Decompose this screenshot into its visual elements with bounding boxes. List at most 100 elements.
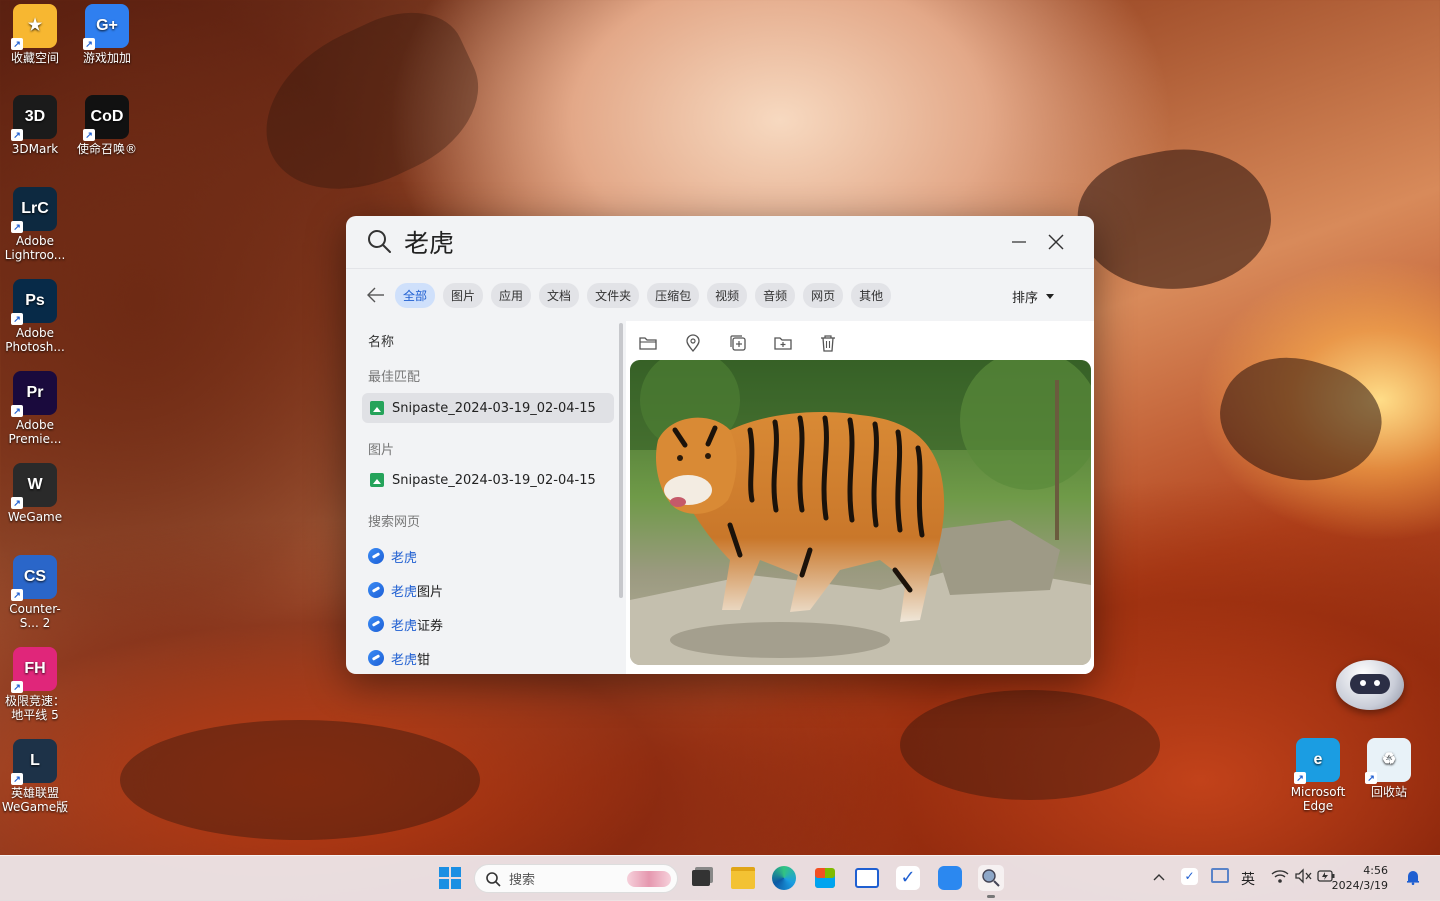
tray-app-mail[interactable] [1211, 868, 1229, 883]
open-location-button[interactable] [683, 333, 702, 352]
desktop-icon[interactable]: W ↗ WeGame [0, 463, 70, 524]
shortcut-arrow-icon: ↗ [11, 497, 23, 509]
desktop-icon[interactable]: e ↗ Microsoft Edge [1283, 738, 1353, 813]
filter-chip[interactable]: 其他 [851, 283, 892, 308]
filter-chip[interactable]: 音频 [755, 283, 796, 308]
desktop-icon[interactable]: CoD ↗ 使命召唤® [72, 95, 142, 156]
app-icon-glyph: FH [24, 660, 46, 677]
app-icon-glyph: e [1313, 751, 1323, 768]
desktop-icon-label: 游戏加加 [82, 51, 131, 65]
filter-chip[interactable]: 全部 [395, 283, 436, 308]
filter-chip[interactable]: 图片 [443, 283, 484, 308]
shortcut-arrow-icon: ↗ [1294, 772, 1306, 784]
desktop-icon[interactable]: LrC ↗ Adobe Lightroo... [0, 187, 70, 262]
move-button[interactable] [773, 333, 792, 352]
desktop-icon[interactable]: ★ ↗ 收藏空间 [0, 4, 70, 65]
web-search-highlight: 老虎 [391, 618, 418, 634]
clock[interactable]: 4:56 2024/3/19 [1332, 863, 1388, 893]
app-icon: CoD ↗ [83, 95, 129, 141]
desktop-icon[interactable]: G+ ↗ 游戏加加 [72, 4, 142, 65]
web-search-icon [368, 650, 384, 666]
taskbar-app-file-explorer[interactable] [730, 865, 756, 891]
app-icon: L ↗ [11, 739, 57, 785]
app-icon-glyph: Pr [26, 384, 44, 401]
filter-chip[interactable]: 网页 [803, 283, 844, 308]
volume-status[interactable] [1294, 868, 1312, 888]
search-app-icon [982, 869, 1000, 887]
filter-chip[interactable]: 应用 [491, 283, 532, 308]
desktop-icon[interactable]: L ↗ 英雄联盟WeGame版 [0, 739, 70, 814]
desktop-icon-label: 极限竞速：地平线 5 [4, 694, 65, 722]
desktop-icon-label: 使命召唤® [76, 142, 137, 156]
image-file-icon [370, 473, 384, 487]
desktop-icon[interactable]: 3D ↗ 3DMark [0, 95, 70, 156]
filter-chip[interactable]: 压缩包 [647, 283, 700, 308]
desktop-icon[interactable]: ♻ ↗ 回收站 [1354, 738, 1424, 799]
assistant-mascot[interactable] [1336, 660, 1404, 710]
results-list: 名称 最佳匹配 Snipaste_2024-03-19_02-04-15 图片 … [346, 321, 626, 674]
app-icon: ★ ↗ [11, 4, 57, 50]
clock-time: 4:56 [1363, 864, 1388, 877]
app-icon: Pr ↗ [11, 371, 57, 417]
task-view-icon [692, 870, 710, 886]
app-icon-glyph: L [30, 752, 40, 769]
taskbar-app-mail[interactable] [854, 865, 880, 891]
filter-chip[interactable]: 视频 [707, 283, 748, 308]
desktop-icon[interactable]: Pr ↗ Adobe Premie... [0, 371, 70, 446]
column-header-name[interactable]: 名称 [368, 331, 394, 350]
close-button[interactable] [1044, 230, 1068, 254]
open-folder-button[interactable] [638, 333, 657, 352]
shortcut-arrow-icon: ↗ [11, 773, 23, 785]
app-icon: ♻ ↗ [1365, 738, 1411, 784]
web-search-item[interactable]: 老虎 证券 [368, 613, 443, 635]
sort-dropdown[interactable]: 排序 [1012, 287, 1055, 306]
taskbar-app-check[interactable]: ✓ [895, 865, 921, 891]
start-button[interactable] [437, 865, 463, 891]
taskbar-app-store[interactable] [812, 865, 838, 891]
app-icon-glyph: CoD [90, 108, 124, 125]
tray-overflow-button[interactable] [1152, 870, 1166, 886]
app-icon-glyph: 3D [24, 108, 46, 125]
web-search-item[interactable]: 老虎 [368, 545, 417, 567]
desktop-icon[interactable]: CS ↗ Counter-S... 2 [0, 555, 70, 630]
web-search-item[interactable]: 老虎 图片 [368, 579, 443, 601]
image-preview[interactable] [630, 360, 1091, 665]
desktop-icon[interactable]: FH ↗ 极限竞速：地平线 5 [0, 647, 70, 722]
search-query-input[interactable]: 老虎 [404, 224, 454, 260]
copy-button[interactable] [728, 333, 747, 352]
filter-chip[interactable]: 文档 [539, 283, 580, 308]
desktop-icon-label: WeGame [7, 510, 63, 524]
taskbar-app-bag[interactable] [937, 865, 963, 891]
result-item-best-match[interactable]: Snipaste_2024-03-19_02-04-15 [362, 393, 614, 423]
shortcut-arrow-icon: ↗ [11, 589, 23, 601]
desktop-icon-label: Counter-S... 2 [9, 602, 61, 630]
mascot-eye [1360, 680, 1366, 686]
taskbar-app-task-view[interactable] [688, 865, 714, 891]
wifi-status[interactable] [1271, 868, 1289, 888]
tray-app-check[interactable]: ✓ [1181, 868, 1198, 885]
taskbar-app-edge[interactable] [771, 865, 797, 891]
filter-chip[interactable]: 文件夹 [587, 283, 640, 308]
taskbar-search-box[interactable]: 搜索 [474, 864, 678, 893]
search-header: 老虎 [346, 216, 1094, 269]
shortcut-arrow-icon: ↗ [11, 129, 23, 141]
taskbar-app-search-active[interactable] [978, 865, 1004, 891]
result-item-image[interactable]: Snipaste_2024-03-19_02-04-15 [362, 465, 614, 495]
notifications-button[interactable] [1406, 869, 1420, 889]
web-search-highlight: 老虎 [391, 584, 418, 600]
mail-icon [1211, 868, 1229, 883]
minimize-button[interactable] [1007, 230, 1031, 254]
sort-label: 排序 [1012, 291, 1039, 306]
mascot-face [1350, 674, 1390, 694]
results-scrollbar[interactable] [619, 323, 623, 598]
desktop-icon[interactable]: Ps ↗ Adobe Photosh... [0, 279, 70, 354]
bag-app-icon [938, 866, 962, 890]
back-arrow-icon[interactable] [366, 285, 386, 305]
web-search-item[interactable]: 老虎钳 [368, 647, 430, 669]
wallpaper-rock [1205, 338, 1395, 502]
app-icon-glyph: ♻ [1381, 751, 1397, 768]
search-icon [486, 871, 501, 887]
ime-indicator[interactable]: 英 [1241, 869, 1255, 889]
desktop-icon-label: 英雄联盟WeGame版 [1, 786, 69, 814]
delete-button[interactable] [818, 333, 837, 352]
